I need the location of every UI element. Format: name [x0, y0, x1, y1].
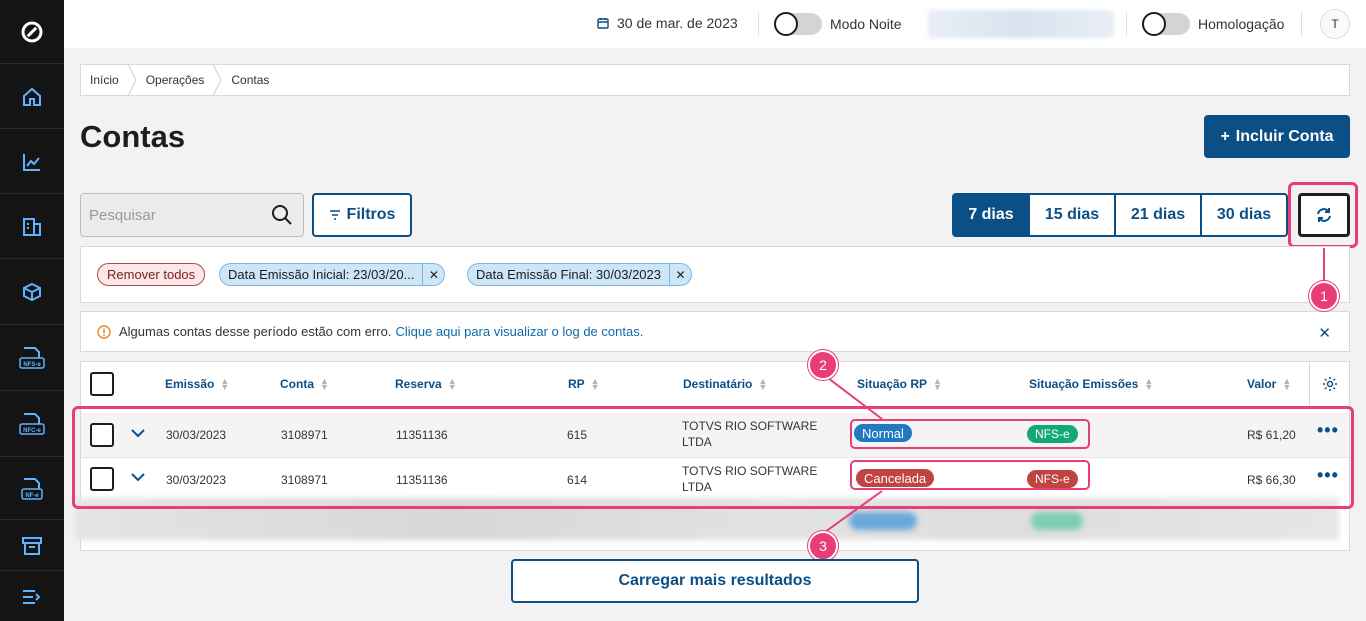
callout-leader: [1323, 248, 1325, 282]
column-header-valor[interactable]: Valor ▲ ▼: [1247, 376, 1292, 392]
column-settings[interactable]: [1309, 362, 1350, 406]
column-header-destinatario[interactable]: Destinatário ▲ ▼: [683, 376, 768, 392]
night-mode-toggle[interactable]: [774, 12, 822, 36]
user-info-blurred: [928, 10, 1114, 38]
date-text: 30 de mar. de 2023: [617, 15, 738, 31]
svg-text:NF-e: NF-e: [25, 493, 39, 499]
filter-icon: [329, 210, 340, 220]
home-icon[interactable]: [0, 65, 64, 129]
active-filters-panel: Remover todos Data Emissão Inicial: 23/0…: [80, 246, 1350, 303]
filter-chip-label: Data Emissão Inicial: 23/03/20...: [228, 267, 415, 282]
plus-icon: +: [1220, 127, 1230, 145]
view-log-link[interactable]: Clique aqui para visualizar o log de con…: [395, 324, 643, 339]
svg-text:NFC-e: NFC-e: [23, 428, 41, 434]
breadcrumb: Início Operações Contas: [80, 64, 1350, 96]
search-input[interactable]: [89, 205, 259, 225]
collapse-menu-icon[interactable]: [0, 572, 64, 621]
column-header-rp[interactable]: RP ▲ ▼: [568, 376, 600, 392]
column-header-reserva[interactable]: Reserva ▲ ▼: [395, 376, 457, 392]
breadcrumb-item-contas: Contas: [231, 73, 270, 87]
period-15-days[interactable]: 15 dias: [1028, 193, 1116, 237]
sort-icon: ▲ ▼: [320, 376, 329, 392]
period-21-days[interactable]: 21 dias: [1114, 193, 1202, 237]
callout-leaders: [824, 377, 883, 533]
nfe-document-icon[interactable]: NF-e: [0, 458, 64, 520]
period-30-days[interactable]: 30 dias: [1200, 193, 1288, 237]
add-account-button[interactable]: + Incluir Conta: [1204, 115, 1350, 158]
box-icon[interactable]: [0, 260, 64, 325]
homologation-label: Homologação: [1198, 16, 1285, 32]
page-title: Contas: [80, 119, 186, 154]
callout-badge: 3: [808, 531, 838, 561]
sort-icon: ▲ ▼: [220, 376, 230, 392]
filter-chip-label: Data Emissão Final: 30/03/2023: [476, 267, 661, 282]
remove-all-filters-chip[interactable]: Remover todos: [97, 263, 206, 286]
chart-icon[interactable]: [0, 130, 64, 194]
callout-badge: 2: [808, 350, 838, 380]
search-field[interactable]: [80, 193, 304, 237]
nfce-document-icon[interactable]: NFC-e: [0, 392, 64, 457]
sidebar: NFS-e NFC-e NF-e: [0, 0, 64, 621]
current-date: 30 de mar. de 2023: [597, 15, 738, 31]
period-selector: 7 dias 15 dias 21 dias 30 dias: [952, 193, 1288, 237]
filters-label: Filtros: [346, 206, 396, 223]
archive-icon[interactable]: [0, 521, 64, 571]
top-bar: 30 de mar. de 2023 Modo Noite Homologaçã…: [64, 0, 1366, 48]
add-account-label: Incluir Conta: [1235, 127, 1334, 145]
building-icon[interactable]: [0, 195, 64, 259]
sort-icon: ▲ ▼: [447, 376, 457, 392]
divider: [758, 12, 759, 36]
calendar-icon: [597, 18, 609, 29]
breadcrumb-item-operacoes[interactable]: Operações: [137, 64, 223, 96]
gear-icon[interactable]: [1322, 376, 1338, 392]
callout-badge: 1: [1309, 281, 1339, 311]
sort-icon: ▲ ▼: [1144, 376, 1154, 392]
nfse-document-icon[interactable]: NFS-e: [0, 326, 64, 391]
breadcrumb-item-inicio[interactable]: Início: [81, 64, 137, 96]
close-icon[interactable]: ✕: [669, 264, 691, 285]
night-mode-label: Modo Noite: [830, 16, 902, 32]
filter-chip-end-date: Data Emissão Final: 30/03/2023 ✕: [467, 263, 692, 286]
alert-text: Algumas contas desse período estão com e…: [119, 324, 392, 339]
column-header-emissao[interactable]: Emissão ▲ ▼: [165, 376, 230, 392]
filters-button[interactable]: Filtros: [312, 193, 412, 237]
sort-icon: ▲ ▼: [590, 376, 600, 392]
rows-highlight: [72, 406, 1354, 509]
divider: [1126, 12, 1127, 36]
search-icon[interactable]: [271, 204, 293, 226]
close-icon[interactable]: ✕: [422, 264, 444, 285]
close-icon[interactable]: ✕: [1318, 324, 1331, 342]
blurred-badge: [1031, 512, 1083, 530]
logo-icon[interactable]: [0, 0, 64, 64]
column-header-situacao-emissoes[interactable]: Situação Emissões ▲ ▼: [1029, 376, 1154, 392]
refresh-button[interactable]: [1298, 193, 1350, 237]
warning-alert: Algumas contas desse período estão com e…: [80, 311, 1350, 352]
homologation-toggle[interactable]: [1142, 12, 1190, 36]
sort-icon: ▲ ▼: [1282, 376, 1292, 392]
sort-icon: ▲ ▼: [758, 376, 768, 392]
load-more-button[interactable]: Carregar mais resultados: [511, 559, 919, 603]
column-header-conta[interactable]: Conta ▲ ▼: [280, 376, 329, 392]
svg-text:NFS-e: NFS-e: [23, 362, 41, 368]
divider: [1301, 12, 1302, 36]
sort-icon: ▲ ▼: [933, 376, 942, 392]
avatar[interactable]: T: [1320, 9, 1350, 39]
select-all-checkbox[interactable]: [90, 372, 114, 396]
filter-chip-start-date: Data Emissão Inicial: 23/03/20... ✕: [219, 263, 446, 286]
refresh-icon: [1317, 208, 1331, 222]
warning-icon: [97, 324, 111, 339]
period-7-days[interactable]: 7 dias: [952, 193, 1030, 237]
